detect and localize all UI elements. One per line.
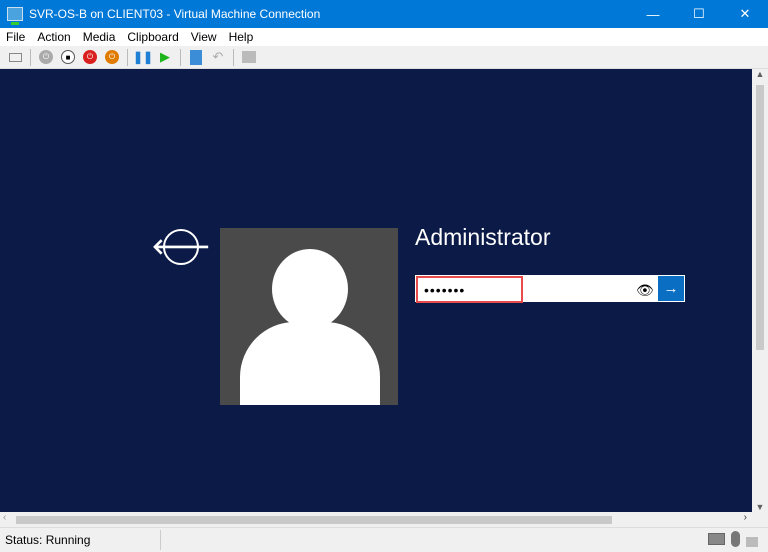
title-bar: SVR-OS-B on CLIENT03 - Virtual Machine C…: [0, 0, 768, 28]
stop-icon: ■: [61, 50, 75, 64]
reveal-password-icon[interactable]: 👁: [636, 282, 654, 299]
status-divider: [160, 530, 161, 550]
ctrl-alt-del-button[interactable]: [6, 48, 24, 66]
keyboard-icon: [8, 52, 22, 62]
menu-action[interactable]: Action: [31, 30, 76, 44]
vm-connection-icon: [7, 7, 23, 25]
menu-file[interactable]: File: [0, 30, 31, 44]
vertical-scroll-thumb[interactable]: [756, 85, 764, 350]
checkpoint-icon: [190, 49, 202, 65]
checkpoint-button[interactable]: [187, 48, 205, 66]
separator: [30, 48, 31, 66]
revert-button[interactable]: ↶: [209, 48, 227, 66]
pause-button[interactable]: ❚❚: [132, 48, 154, 66]
status-text: Status: Running: [5, 533, 91, 547]
horizontal-scrollbar[interactable]: ‹ ›: [0, 512, 752, 527]
scroll-left-icon[interactable]: ‹: [3, 512, 6, 523]
menu-help[interactable]: Help: [223, 30, 260, 44]
back-arrow-button[interactable]: 🡐: [152, 229, 211, 265]
horizontal-scroll-thumb[interactable]: [16, 516, 612, 524]
toolbar: ⏻ ■ ⏻ ⏻ ❚❚ ▶ ↶: [0, 46, 768, 69]
turn-off-button[interactable]: ■: [59, 48, 77, 66]
scroll-down-icon[interactable]: ▼: [752, 502, 768, 512]
minimize-button[interactable]: —: [630, 0, 676, 28]
avatar-body: [240, 322, 380, 405]
menu-media[interactable]: Media: [77, 30, 122, 44]
save-button[interactable]: ⏻: [103, 48, 121, 66]
start-button[interactable]: ⏻: [37, 48, 55, 66]
enhanced-session-button[interactable]: [240, 48, 258, 66]
avatar-head: [272, 249, 348, 329]
maximize-button[interactable]: ☐: [676, 0, 722, 28]
shutdown-icon: ⏻: [83, 50, 97, 64]
keyboard-status-icon: [708, 533, 725, 545]
separator: [233, 48, 234, 66]
password-field[interactable]: ••••••• 👁 →: [415, 275, 685, 303]
window-title: SVR-OS-B on CLIENT03 - Virtual Machine C…: [29, 7, 321, 21]
vertical-scrollbar[interactable]: ▲ ▼: [752, 69, 768, 512]
separator: [180, 48, 181, 66]
scroll-up-icon[interactable]: ▲: [752, 69, 768, 79]
menu-clipboard[interactable]: Clipboard: [121, 30, 184, 44]
separator: [127, 48, 128, 66]
menu-view[interactable]: View: [185, 30, 223, 44]
mouse-status-icon: [731, 531, 740, 547]
user-avatar: [220, 228, 398, 405]
power-icon: ⏻: [39, 50, 53, 64]
resume-button[interactable]: ▶: [156, 48, 174, 66]
pause-icon: ❚❚: [132, 50, 154, 64]
vm-screen[interactable]: 🡐 Administrator ••••••• 👁 →: [0, 69, 752, 512]
undo-icon: ↶: [212, 49, 224, 64]
scroll-right-icon[interactable]: ›: [744, 512, 747, 523]
password-value[interactable]: •••••••: [416, 276, 523, 303]
submit-arrow-button[interactable]: →: [658, 276, 684, 301]
save-state-icon: ⏻: [105, 50, 119, 64]
menu-bar: File Action Media Clipboard View Help: [0, 28, 768, 46]
shut-down-button[interactable]: ⏻: [81, 48, 99, 66]
lock-status-icon: [746, 537, 758, 547]
play-icon: ▶: [160, 49, 170, 64]
monitor-icon: [242, 51, 256, 63]
status-bar: Status: Running: [0, 527, 768, 552]
close-button[interactable]: ✕: [722, 0, 768, 28]
username-label: Administrator: [415, 224, 551, 250]
